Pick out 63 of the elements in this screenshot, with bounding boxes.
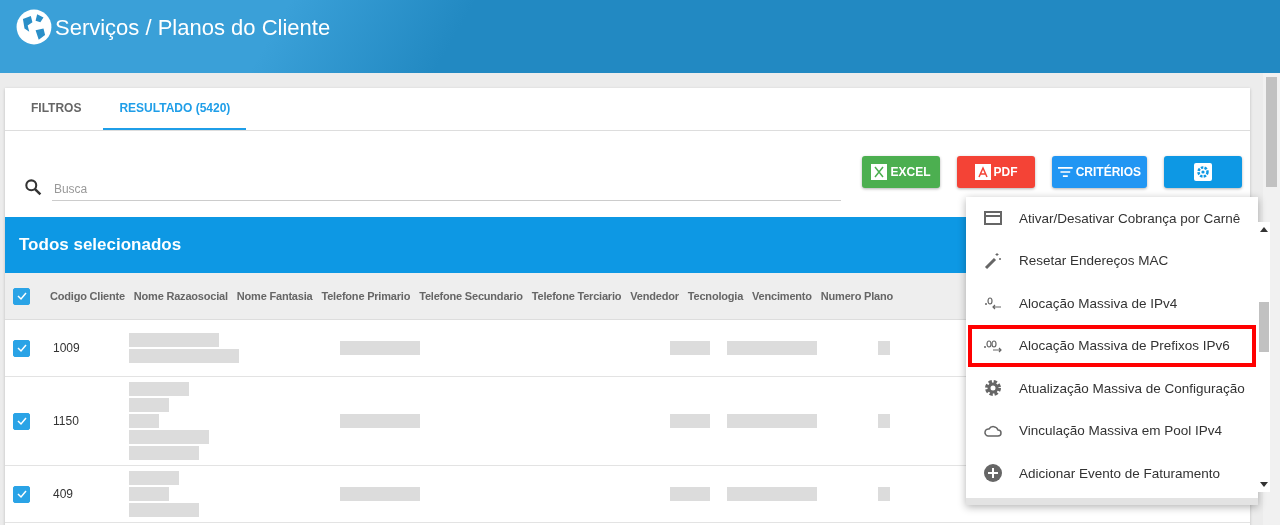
redacted-block bbox=[129, 382, 189, 396]
column-header[interactable]: Codigo Cliente bbox=[50, 290, 125, 302]
search-icon bbox=[23, 177, 43, 197]
menu-item[interactable]: Adicionar Evento de Faturamento bbox=[966, 452, 1258, 495]
menu-item[interactable]: Vinculação Massiva em Pool IPv4 bbox=[966, 409, 1258, 452]
redacted-block bbox=[129, 471, 179, 485]
check-icon bbox=[15, 488, 28, 500]
wand-icon bbox=[983, 250, 1003, 271]
table-cell-text: 409 bbox=[53, 487, 75, 501]
check-icon bbox=[15, 415, 28, 427]
redacted-block bbox=[129, 414, 159, 428]
spreadsheet-icon bbox=[871, 164, 888, 180]
menu-item[interactable]: Alocação Massiva de IPv4 bbox=[966, 282, 1258, 325]
selection-title: Todos selecionados bbox=[19, 235, 182, 255]
scroll-down-icon bbox=[1260, 482, 1268, 488]
row-checkbox[interactable] bbox=[13, 339, 30, 357]
settings-button[interactable] bbox=[1164, 156, 1242, 188]
menu-item[interactable]: Resetar Endereços MAC bbox=[966, 239, 1258, 282]
redacted-block bbox=[129, 446, 199, 460]
column-header[interactable]: Vencimento bbox=[752, 290, 812, 302]
scroll-up-icon bbox=[1260, 226, 1268, 232]
redacted-block bbox=[878, 414, 890, 428]
pdf-button[interactable]: PDF bbox=[957, 156, 1035, 188]
select-all-checkbox[interactable] bbox=[13, 287, 30, 305]
column-header[interactable]: Telefone Terciario bbox=[531, 290, 622, 302]
redacted-block bbox=[878, 341, 890, 355]
criteria-button[interactable]: CRITÉRIOS bbox=[1052, 156, 1147, 188]
check-icon bbox=[15, 290, 28, 302]
redacted-block bbox=[670, 414, 710, 428]
scroll-thumb[interactable] bbox=[1266, 77, 1277, 187]
column-header[interactable]: Nome Razaosocial bbox=[133, 290, 228, 302]
redacted-block bbox=[129, 503, 199, 517]
redacted-block bbox=[670, 487, 710, 501]
row-checkbox[interactable] bbox=[13, 412, 30, 430]
table-cell-text: 1150 bbox=[53, 414, 80, 428]
check-icon bbox=[15, 342, 28, 354]
redacted-block bbox=[129, 487, 169, 501]
column-header[interactable]: Telefone Secundario bbox=[419, 290, 523, 302]
column-header[interactable]: Telefone Primario bbox=[321, 290, 411, 302]
row-checkbox[interactable] bbox=[13, 485, 30, 503]
column-header[interactable]: Nome Fantasia bbox=[236, 290, 313, 302]
plus-circle-icon bbox=[983, 463, 1003, 484]
menu-scrollbar[interactable] bbox=[1258, 222, 1270, 492]
redacted-block bbox=[878, 487, 890, 501]
gear-icon bbox=[983, 378, 1003, 399]
redacted-block bbox=[129, 398, 169, 412]
tab[interactable]: FILTROS bbox=[15, 88, 98, 130]
scroll-thumb[interactable] bbox=[1259, 302, 1269, 352]
excel-button[interactable]: EXCEL bbox=[862, 156, 940, 188]
table-cell-text: 1009 bbox=[53, 341, 81, 355]
filter-icon bbox=[1058, 165, 1073, 179]
menu-item[interactable]: Ativar/Desativar Cobrança por Carnê bbox=[966, 197, 1258, 240]
menu-item[interactable]: Atualização Massiva de Configuração bbox=[966, 367, 1258, 410]
document-icon bbox=[974, 164, 991, 180]
column-header[interactable]: Tecnologia bbox=[687, 290, 744, 302]
menu-item[interactable]: Alocação Massiva de Prefixos IPv6 bbox=[968, 324, 1256, 367]
settings-icon bbox=[1194, 163, 1212, 181]
redacted-block bbox=[670, 341, 710, 355]
page-title: Serviços / Planos do Cliente bbox=[55, 15, 331, 41]
column-header[interactable]: Numero Plano bbox=[820, 290, 893, 302]
tab[interactable]: RESULTADO (5420) bbox=[103, 88, 247, 130]
globe-icon bbox=[15, 8, 53, 46]
column-header[interactable]: Vendedor bbox=[630, 290, 679, 302]
